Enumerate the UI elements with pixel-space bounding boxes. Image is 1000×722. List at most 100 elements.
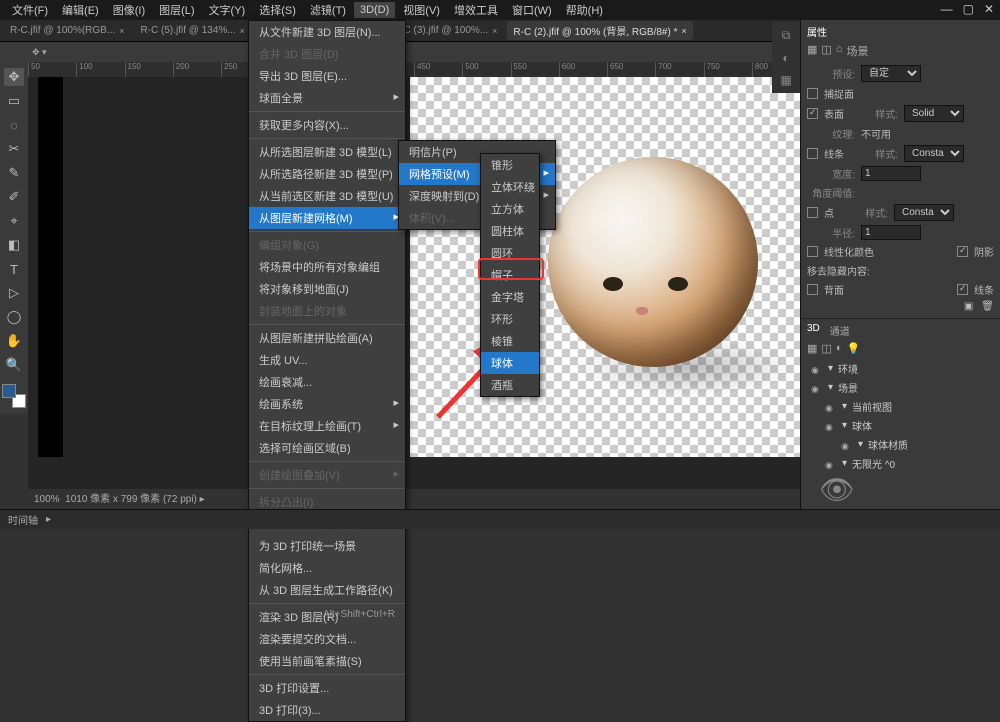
sphere-object[interactable] [548, 157, 758, 367]
scene-tree-item[interactable]: ▾当前视图 [807, 397, 994, 416]
menu-5[interactable]: 选择(S) [253, 0, 302, 20]
document-tab[interactable]: R-C.jfif @ 100%(RGB...× [4, 23, 130, 38]
points-style-select[interactable]: Constant [894, 204, 954, 221]
preset-item[interactable]: 锥形 [481, 154, 539, 176]
radius-input[interactable] [861, 225, 921, 240]
visibility-icon[interactable] [825, 460, 837, 468]
menu-item[interactable]: 从所选路径新建 3D 模型(P) [249, 163, 405, 185]
menu-item[interactable]: 从所选图层新建 3D 模型(L) [249, 141, 405, 163]
menu-3d-dropdown[interactable]: 从文件新建 3D 图层(N)...合并 3D 图层(D)导出 3D 图层(E).… [248, 20, 406, 722]
menu-6[interactable]: 滤镜(T) [304, 0, 352, 20]
preset-select[interactable]: 自定 [861, 65, 921, 82]
3d-preview-widget[interactable]: 👁 [807, 473, 867, 506]
filter-mesh-icon[interactable]: ◫ [821, 342, 831, 355]
menu-item[interactable]: 渲染要提交的文档... [249, 628, 405, 650]
scene-icon[interactable]: ⌂ [836, 43, 843, 59]
menu-item[interactable]: 选择可绘画区域(B) [249, 437, 405, 459]
lines-width-input[interactable] [861, 166, 921, 181]
document-tab[interactable]: R-C (5).jfif @ 134%...× [134, 23, 250, 38]
properties-tab[interactable]: 属性 [807, 24, 827, 39]
timeline-play-icon[interactable]: ▸ [46, 514, 51, 525]
render-icon[interactable]: ▣ [964, 301, 973, 312]
document-tab[interactable]: R-C (2).jfif @ 100% (背景, RGB/8#) *× [507, 21, 692, 40]
menu-item[interactable]: 渲染 3D 图层(R)Alt+Shift+Ctrl+R [249, 606, 405, 628]
preset-item[interactable]: 立方体 [481, 198, 539, 220]
scene-tree-item[interactable]: ▾球体材质 [807, 435, 994, 454]
menu-11[interactable]: 帮助(H) [560, 0, 609, 20]
filter-materials-icon[interactable]: ◐ [836, 342, 843, 355]
tool-10[interactable]: ◯ [4, 308, 24, 326]
menu-1[interactable]: 编辑(E) [56, 0, 105, 20]
preset-item[interactable]: 酒瓶 [481, 374, 539, 396]
preset-item[interactable]: 球体 [481, 352, 539, 374]
menu-item[interactable]: 从图层新建拼贴绘画(A) [249, 327, 405, 349]
menu-item[interactable]: 在目标纹理上绘画(T)▸ [249, 415, 405, 437]
delete-icon[interactable]: 🗑 [981, 301, 994, 312]
tab-close-icon[interactable]: × [119, 26, 124, 36]
visibility-icon[interactable] [811, 384, 823, 392]
visibility-icon[interactable] [841, 441, 853, 449]
tool-3[interactable]: ✂ [4, 140, 24, 158]
tab-channels[interactable]: 通道 [830, 323, 850, 338]
menu-item[interactable]: 为 3D 打印统一场景 [249, 535, 405, 557]
materials-icon[interactable]: ◫ [821, 43, 831, 59]
surface-checkbox[interactable] [807, 108, 818, 119]
menu-item[interactable]: 绘画系统▸ [249, 393, 405, 415]
minimize-button[interactable]: — [941, 2, 953, 16]
menu-item[interactable]: 从当前选区新建 3D 模型(U) [249, 185, 405, 207]
tool-8[interactable]: T [4, 260, 24, 278]
tool-2[interactable]: ◌ [4, 116, 24, 134]
menu-item[interactable]: 导出 3D 图层(E)... [249, 65, 405, 87]
catch-checkbox[interactable] [807, 88, 818, 99]
tab-3d[interactable]: 3D [807, 323, 820, 338]
backface-checkbox[interactable] [807, 284, 818, 295]
menu-item[interactable]: 生成 UV... [249, 349, 405, 371]
scene-tree-item[interactable]: ▾环境 [807, 359, 994, 378]
scene-tree-item[interactable]: ▾场景 [807, 378, 994, 397]
points-checkbox[interactable] [807, 207, 818, 218]
menu-2[interactable]: 图像(I) [107, 0, 151, 20]
menu-8[interactable]: 视图(V) [397, 0, 446, 20]
menu-item[interactable]: 将场景中的所有对象编组 [249, 256, 405, 278]
maximize-button[interactable]: ▢ [963, 2, 974, 16]
tool-11[interactable]: ✋ [4, 332, 24, 350]
tool-7[interactable]: ◧ [4, 236, 24, 254]
canvas-area[interactable] [28, 77, 800, 489]
menu-item[interactable]: 3D 打印设置... [249, 677, 405, 699]
menu-9[interactable]: 增效工具 [448, 0, 504, 20]
adjust-icon[interactable]: ◐ [782, 51, 789, 65]
tab-close-icon[interactable]: × [492, 26, 497, 36]
visibility-icon[interactable] [811, 365, 823, 373]
menu-7[interactable]: 3D(D) [354, 2, 395, 18]
filter-scene-icon[interactable]: ▦ [807, 342, 817, 355]
close-button[interactable]: ✕ [984, 2, 994, 16]
menu-item[interactable]: 3D 打印(3)... [249, 699, 405, 721]
menu-item[interactable]: 使用当前画笔素描(S) [249, 650, 405, 672]
visibility-icon[interactable] [825, 422, 837, 430]
swatches-icon[interactable]: ▦ [780, 73, 791, 87]
menu-item[interactable]: 球面全景▸ [249, 87, 405, 109]
menu-item[interactable]: 将对象移到地面(J) [249, 278, 405, 300]
timeline-panel[interactable]: 时间轴 ▸ [0, 509, 1000, 529]
tool-9[interactable]: ▷ [4, 284, 24, 302]
tool-12[interactable]: 🔍 [4, 356, 24, 374]
shadow-checkbox[interactable] [957, 246, 968, 257]
filter-lights-icon[interactable]: 💡 [846, 342, 860, 355]
tool-0[interactable]: ✥ [4, 68, 24, 86]
menu-10[interactable]: 窗口(W) [506, 0, 558, 20]
menu-item[interactable]: 从图层新建网格(M)▸ [249, 207, 405, 229]
menu-item[interactable]: 获取更多内容(X)... [249, 114, 405, 136]
tool-1[interactable]: ▭ [4, 92, 24, 110]
history-icon[interactable]: ⧉ [782, 28, 791, 43]
tool-6[interactable]: ⌖ [4, 212, 24, 230]
collapsed-panel-strip[interactable]: ⧉ ◐ ▦ [772, 22, 800, 93]
zoom-level[interactable]: 100% [34, 494, 60, 505]
lines-checkbox[interactable] [807, 148, 818, 159]
menu-4[interactable]: 文字(Y) [203, 0, 252, 20]
tool-5[interactable]: ✐ [4, 188, 24, 206]
tab-close-icon[interactable]: × [240, 26, 245, 36]
menu-item[interactable]: 简化网格... [249, 557, 405, 579]
mesh-icon[interactable]: ▦ [807, 43, 817, 59]
visibility-icon[interactable] [825, 403, 837, 411]
scene-tree-item[interactable]: ▾无限光 ^0 [807, 454, 994, 473]
